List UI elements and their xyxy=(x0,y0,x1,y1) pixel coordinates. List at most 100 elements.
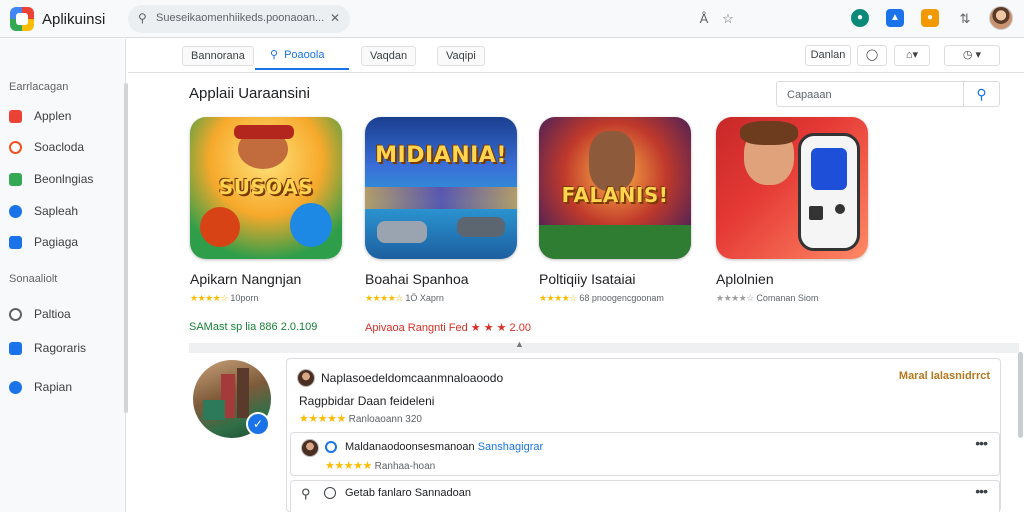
app-art-text: MIDIANIA! xyxy=(375,143,507,168)
city-shape xyxy=(365,187,517,209)
tab-poaoola[interactable]: ⚲ Poaoola xyxy=(262,46,332,66)
location-icon xyxy=(9,380,22,394)
sidebar-scrollbar[interactable] xyxy=(124,83,128,413)
more-options-icon[interactable]: ••• xyxy=(975,435,988,451)
app-name[interactable]: Poltiqiiy Isataiai xyxy=(539,271,699,287)
verified-badge-icon: ✓ xyxy=(246,412,270,436)
sidebar-item-soacloda[interactable]: Soacloda xyxy=(9,138,84,156)
orange-notification-icon[interactable]: ● xyxy=(921,9,939,27)
more-options-icon[interactable]: ••• xyxy=(975,483,988,499)
active-tab-indicator xyxy=(255,68,349,70)
sidebar-item-label: Soacloda xyxy=(34,140,85,154)
sidebar-item-label: Rapian xyxy=(34,380,73,394)
app-card[interactable]: FALANIS! Poltiqiiy Isataiai ★★★★☆ 68 pno… xyxy=(539,117,699,304)
rating-stars: ★★★★☆ xyxy=(716,293,754,303)
refresh-icon[interactable]: ⇅ xyxy=(955,9,975,29)
app-card[interactable]: Aplolnien ★★★★☆ Comanan Siom xyxy=(716,117,876,304)
ground-shape xyxy=(539,225,691,259)
app-title: Aplikuinsi xyxy=(42,11,106,28)
sidebar-item-label: Sapleah xyxy=(34,204,79,218)
toolbar-history-dropdown[interactable]: ◷ ▾ xyxy=(944,45,1000,66)
sidebar-item-ragoraris[interactable]: Ragoraris xyxy=(9,339,86,357)
toolbar-button[interactable]: Danlan xyxy=(805,45,851,66)
review-scrollbar[interactable] xyxy=(1018,352,1023,438)
app-icon-image[interactable]: FALANIS! xyxy=(539,117,691,259)
rating-meta: Comanan Siom xyxy=(756,293,819,303)
app-name[interactable]: Boahai Spanhoa xyxy=(365,271,525,287)
app-rating: ★★★★☆ 10porn xyxy=(190,293,350,304)
main-search-input[interactable]: Capaaan ⚲ xyxy=(776,81,1000,107)
app-version-info: SAMast sp lia 886 2.0.109 xyxy=(189,321,318,333)
rating-meta: 68 pnoogencgoonam xyxy=(579,293,664,303)
hat-shape xyxy=(234,125,294,139)
car-shape xyxy=(457,217,505,237)
toolbar-circle-button[interactable]: ◯ xyxy=(857,45,887,66)
sidebar-item-sapleah[interactable]: Sapleah xyxy=(9,202,78,220)
rating-stars: ★★★★★ xyxy=(325,460,372,472)
reply-author: Maldanaodoonsesmanoan Sanshagigrar xyxy=(345,441,543,453)
app-name[interactable]: Aplolnien xyxy=(716,271,876,287)
review-tag[interactable]: Maral Ialasnidrrct xyxy=(899,370,990,382)
car-shape xyxy=(377,221,427,243)
app-rating: ★★★★☆ Comanan Siom xyxy=(716,293,876,304)
reviewer-avatar[interactable] xyxy=(297,369,315,387)
blue-app-icon[interactable]: ▲ xyxy=(886,9,904,27)
reply-author-name[interactable]: Maldanaodoonsesmanoan xyxy=(345,441,475,453)
search-icon[interactable]: ⚲ xyxy=(963,82,999,106)
main-search-placeholder: Capaaan xyxy=(787,89,832,101)
sidebar-item-label: Beonlngias xyxy=(34,172,94,186)
search-icon[interactable]: ⚲ xyxy=(301,486,311,502)
app-card[interactable]: MIDIANIA! Boahai Spanhoa ★★★★☆ 1Ö Xaprn xyxy=(365,117,525,304)
clock-icon xyxy=(9,140,22,154)
resize-handle[interactable]: ▲ xyxy=(515,339,524,349)
app-logo-icon[interactable] xyxy=(10,7,34,31)
sidebar-item-beonlngias[interactable]: Beonlngias xyxy=(9,170,93,188)
section-divider xyxy=(189,343,1019,353)
teal-circle-icon[interactable]: ● xyxy=(851,9,869,27)
app-icon-image[interactable]: MIDIANIA! xyxy=(365,117,517,259)
tab-vaqipi[interactable]: Vaqipi xyxy=(437,46,485,66)
reply-rating: ★★★★★ Ranhaa-hoan xyxy=(325,459,435,472)
screen-shape xyxy=(811,148,847,190)
toolbar-home-dropdown[interactable]: ⌂▾ xyxy=(894,45,930,66)
book-icon xyxy=(9,172,22,186)
dpad-shape xyxy=(809,206,823,220)
page-icon xyxy=(9,235,22,249)
sidebar-heading-2: Sonaaliolt xyxy=(9,273,58,285)
review-rating: ★★★★★ Ranloaoann 320 xyxy=(299,412,422,425)
user-avatar[interactable] xyxy=(989,6,1013,30)
top-search-value: Sueseikaomenhiikeds.poonaoan... xyxy=(156,12,324,24)
sidebar-item-paltioa[interactable]: Paltioa xyxy=(9,305,71,323)
close-icon[interactable]: ✕ xyxy=(330,11,340,25)
tab-bannorana[interactable]: Bannorana xyxy=(182,46,254,66)
sidebar: Earrlacagan Applen Soacloda Beonlngias S… xyxy=(0,39,128,512)
review-title: Ragpbidar Daan feideleni xyxy=(299,394,435,408)
sidebar-heading-1: Earrlacagan xyxy=(9,81,69,93)
top-search-input[interactable]: ⚲ Sueseikaomenhiikeds.poonaoan... ✕ xyxy=(128,5,350,33)
star-icon[interactable]: ☆ xyxy=(718,9,738,29)
hair-shape xyxy=(740,121,798,145)
app-name[interactable]: Apikarn Nangnjan xyxy=(190,271,350,287)
reply-avatar[interactable] xyxy=(301,439,319,457)
tab-vaqdan[interactable]: Vaqdan xyxy=(361,46,417,66)
reply-panel-2: ⚲ Getab fanlaro Sannadoan ••• xyxy=(290,480,1000,512)
building-shape xyxy=(237,368,249,418)
reviewer-name[interactable]: Naplasoedeldomcaanmnaloaoodo xyxy=(321,371,503,385)
app-rating: ★★★★☆ 1Ö Xaprn xyxy=(365,293,525,304)
sidebar-item-label: Ragoraris xyxy=(34,341,87,355)
reply-link[interactable]: Sanshagigrar xyxy=(478,441,543,453)
app-icon-image[interactable] xyxy=(716,117,868,259)
button-shape xyxy=(835,204,845,214)
app-card[interactable]: SUSOAS Apikarn Nangnjan ★★★★☆ 10porn xyxy=(190,117,350,304)
app-icon-image[interactable]: SUSOAS xyxy=(190,117,342,259)
review-meta: Ranloaoann 320 xyxy=(348,414,422,425)
rating-meta: 1Ö Xaprn xyxy=(405,293,444,303)
search-icon: ⚲ xyxy=(138,11,147,25)
font-icon[interactable]: Å xyxy=(694,9,714,29)
reply-text: Getab fanlaro Sannadoan xyxy=(345,487,471,499)
sidebar-item-rapian[interactable]: Rapian xyxy=(9,378,72,396)
apps-icon xyxy=(9,109,22,123)
sidebar-item-pagiaga[interactable]: Pagiaga xyxy=(9,233,78,251)
section-title: Applaii Uaraansini xyxy=(189,85,310,102)
sidebar-item-applen[interactable]: Applen xyxy=(9,107,71,125)
